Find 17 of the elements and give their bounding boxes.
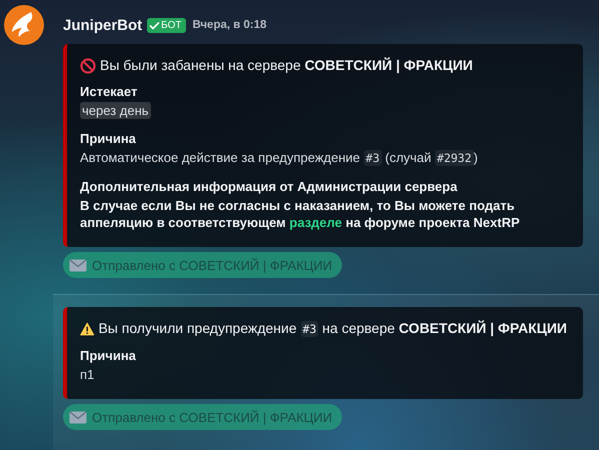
embed-title: Вы были забанены на сервере СОВЕТСКИЙ | ФРАКЦИИ [100,57,473,74]
fox-avatar-icon[interactable] [4,5,44,45]
field-value: В случае если Вы не согласны с наказанием, то Вы можете подать аппеляцию в соответствующем разделе на форуме проекта NextRP [80,197,521,231]
timestamp: Вчера, в 0:18 [192,19,267,31]
field-value: через день [80,102,152,119]
author-name: JuniperBot [63,16,142,34]
field-name: Дополнительная информация от Администрации сервера [80,178,458,195]
field-name: Истекает [80,83,138,100]
check-icon [149,20,160,30]
prohibited-icon [80,58,96,74]
field-value: п1 [80,366,96,383]
field-name: Причина [80,347,137,364]
embed-title: Вы получили предупреждение #3 на сервере СОВЕТСКИЙ | ФРАКЦИИ [98,320,567,338]
bot-badge: БОТ [147,18,186,32]
field-value: Автоматическое действие за предупреждение #3 (случай #2932) [80,149,479,167]
link[interactable]: разделе [289,215,342,230]
field-name: Причина [80,130,137,147]
